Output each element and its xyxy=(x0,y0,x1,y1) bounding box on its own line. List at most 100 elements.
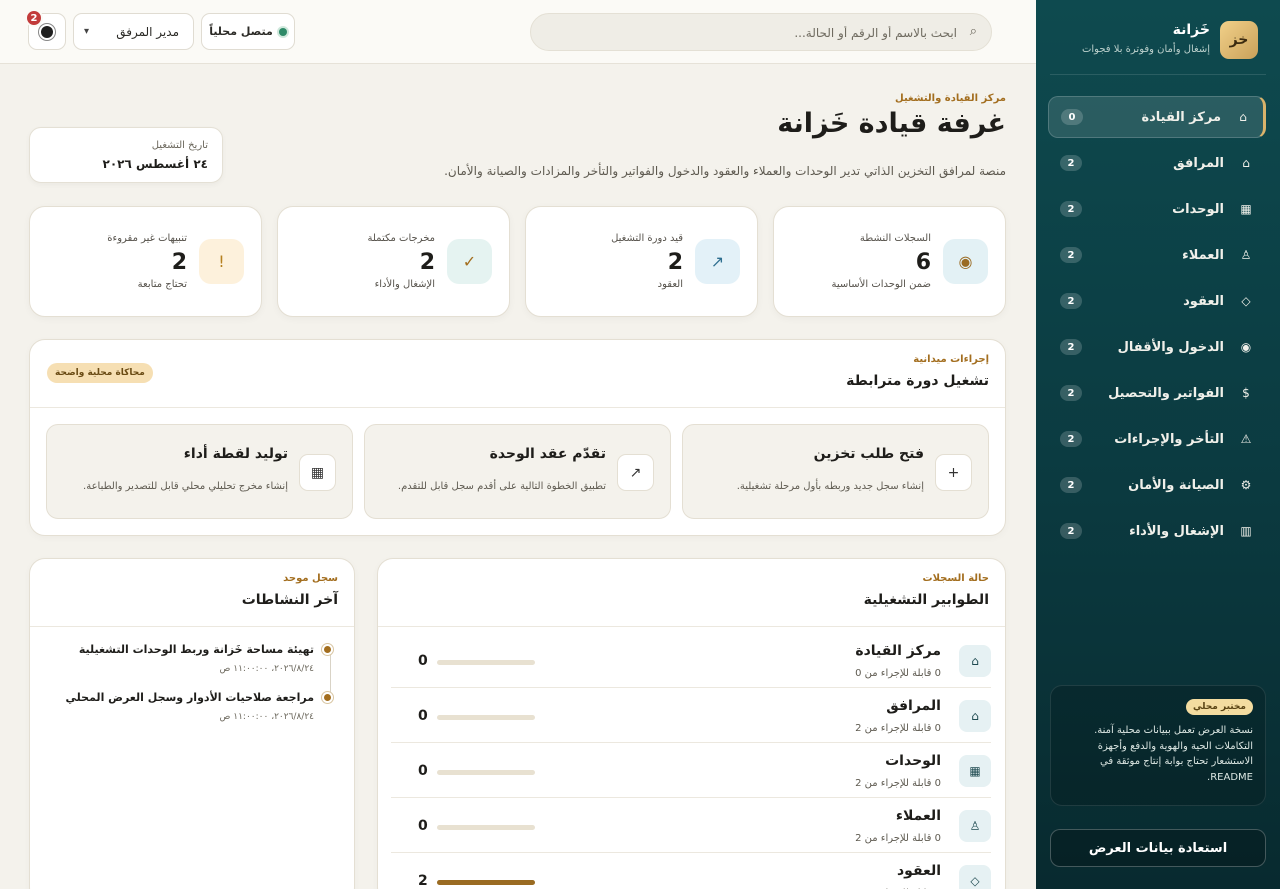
field-actions-eyebrow: إجراءات ميدانية xyxy=(913,354,989,365)
queue-count: 0 xyxy=(418,708,428,724)
activity-item: تهيئة مساحة خَزانة وربط الوحدات التشغيلي… xyxy=(24,643,331,674)
connection-status-label: متصل محلياً xyxy=(209,25,273,38)
queue-progress-bar xyxy=(437,660,535,665)
brand: خز خَزانة إشغال وأمان وفوترة بلا فجوات xyxy=(1050,20,1260,64)
queue-subtitle: 0 قابلة للإجراء من 0 xyxy=(855,668,941,679)
stat-label: قيد دورة التشغيل xyxy=(611,233,683,244)
queue-name: العقود xyxy=(897,863,941,879)
page-description: منصة لمرافق التخزين الذاتي تدير الوحدات … xyxy=(444,164,1006,178)
field-action-card[interactable]: ↗ تقدّم عقد الوحدة تطبيق الخطوة التالية عل… xyxy=(364,424,671,519)
search-box: ⌕ xyxy=(530,13,992,51)
sidebar-item-label: العملاء xyxy=(1182,247,1224,263)
chevron-down-icon: ▾ xyxy=(84,26,90,37)
sidebar-item-count: 2 xyxy=(1060,477,1082,493)
dollar-icon: $ xyxy=(1242,386,1250,400)
lab-text: نسخة العرض تعمل ببيانات محلية آمنة. التك… xyxy=(1094,725,1253,783)
brand-name: خَزانة xyxy=(1172,22,1210,38)
stat-value: 2 xyxy=(667,250,683,275)
stat-value: 2 xyxy=(419,250,435,275)
queue-name: العملاء xyxy=(895,808,941,824)
field-action-card[interactable]: ▦ توليد لقطة أداء إنشاء مخرج تحليلي محلي ق… xyxy=(46,424,353,519)
sidebar-item[interactable]: ⌂ مركز القيادة 0 xyxy=(1048,96,1266,138)
stat-label: السجلات النشطة xyxy=(859,233,931,244)
sidebar-item-count: 2 xyxy=(1060,339,1082,355)
stat-subtitle: تحتاج متابعة xyxy=(137,279,187,290)
sidebar-item[interactable]: ⚙ الصيانة والأمان 2 xyxy=(1048,464,1266,506)
notification-icon xyxy=(41,25,53,38)
queue-row: ⌂ المرافق 0 قابلة للإجراء من 2 0 xyxy=(391,688,991,743)
stat-value: 2 xyxy=(171,250,187,275)
arrow-up-right-icon: ↗ xyxy=(695,239,740,284)
sidebar-item-label: الفواتير والتحصيل xyxy=(1108,385,1224,401)
field-actions-title: تشغيل دورة مترابطة xyxy=(846,373,989,389)
field-action-description: إنشاء مخرج تحليلي محلي قابل للتصدير والط… xyxy=(83,481,288,492)
search-input[interactable] xyxy=(557,21,957,45)
queue-name: مركز القيادة xyxy=(855,643,941,659)
queue-progress-fill xyxy=(437,880,535,885)
report-icon: ▦ xyxy=(299,454,336,491)
field-actions-header: إجراءات ميدانية تشغيل دورة مترابطة محاكا… xyxy=(30,340,1005,408)
topbar: ⌕ متصل محلياً مدير المرفق ▾ 2 xyxy=(0,0,1036,64)
sidebar-item[interactable]: ⚠ التأخر والإجراءات 2 xyxy=(1048,418,1266,460)
sidebar-item[interactable]: ⌂ المرافق 2 xyxy=(1048,142,1266,184)
reset-demo-button[interactable]: استعادة بيانات العرض xyxy=(1050,829,1266,867)
sidebar-item-label: التأخر والإجراءات xyxy=(1114,431,1224,447)
stat-label: تنبيهات غير مقروءة xyxy=(107,233,187,244)
activity-text: مراجعة صلاحيات الأدوار وسجل العرض المحلي xyxy=(65,691,314,704)
queue-progress-bar xyxy=(437,715,535,720)
field-action-title: فتح طلب تخزين xyxy=(813,446,924,462)
sidebar-item-label: الدخول والأقفال xyxy=(1117,339,1224,355)
sidebar: خز خَزانة إشغال وأمان وفوترة بلا فجوات ⌂… xyxy=(1036,0,1280,889)
search-icon: ⌕ xyxy=(969,24,977,39)
diamond-icon: ◇ xyxy=(1241,294,1251,308)
field-action-card[interactable]: + فتح طلب تخزين إنشاء سجل جديد وربطه بأول … xyxy=(682,424,989,519)
sidebar-item[interactable]: ◉ الدخول والأقفال 2 xyxy=(1048,326,1266,368)
field-action-description: إنشاء سجل جديد وربطه بأول مرحلة تشغيلية. xyxy=(736,481,924,492)
role-select[interactable]: مدير المرفق ▾ xyxy=(73,13,194,50)
chart-icon: ▥ xyxy=(1240,524,1252,538)
grid-icon: ▦ xyxy=(1240,202,1252,216)
advance-icon: ↗ xyxy=(617,454,654,491)
sidebar-item-count: 2 xyxy=(1060,293,1082,309)
brand-tagline: إشغال وأمان وفوترة بلا فجوات xyxy=(1081,44,1210,55)
home-icon: ⌂ xyxy=(959,645,991,677)
activity-item: مراجعة صلاحيات الأدوار وسجل العرض المحلي… xyxy=(24,691,331,722)
queue-row: ⌂ مركز القيادة 0 قابلة للإجراء من 0 0 xyxy=(391,633,991,688)
sidebar-item[interactable]: $ الفواتير والتحصيل 2 xyxy=(1048,372,1266,414)
queue-count: 2 xyxy=(418,873,428,889)
sidebar-item[interactable]: ◇ العقود 2 xyxy=(1048,280,1266,322)
sidebar-item-label: الصيانة والأمان xyxy=(1128,477,1224,493)
field-actions-panel: إجراءات ميدانية تشغيل دورة مترابطة محاكا… xyxy=(29,339,1006,536)
sidebar-item[interactable]: ♙ العملاء 2 xyxy=(1048,234,1266,276)
diamond-icon: ◇ xyxy=(959,865,991,889)
stat-card: ✓ مخرجات مكتملة 2 الإشغال والأداء xyxy=(277,206,510,317)
person-icon: ♙ xyxy=(1240,248,1252,262)
gear-icon: ⚙ xyxy=(1240,478,1252,492)
queue-name: المرافق xyxy=(886,698,941,714)
activity-time: ٢٠٢٦/٨/٢٤، ١١:٠٠:٠٠ ص xyxy=(219,712,315,722)
sidebar-item-label: الوحدات xyxy=(1172,201,1224,217)
check-icon: ✓ xyxy=(447,239,492,284)
sidebar-item-label: الإشغال والأداء xyxy=(1129,523,1224,539)
facility-icon: ⌂ xyxy=(959,700,991,732)
notifications-button[interactable]: 2 xyxy=(25,9,66,50)
sidebar-item-count: 2 xyxy=(1060,385,1082,401)
queues-panel: حالة السجلات الطوابير التشغيلية ⌂ مركز ال… xyxy=(377,558,1006,889)
queue-count: 0 xyxy=(418,653,428,669)
activity-eyebrow: سجل موحد xyxy=(283,573,338,584)
activity-text: تهيئة مساحة خَزانة وربط الوحدات التشغيلي… xyxy=(78,643,314,656)
page-title: غرفة قيادة خَزانة xyxy=(777,108,1006,139)
stat-subtitle: العقود xyxy=(657,279,683,290)
queue-name: الوحدات xyxy=(885,753,941,769)
timeline-line xyxy=(330,650,331,698)
stat-card: ↗ قيد دورة التشغيل 2 العقود xyxy=(525,206,758,317)
notification-count-badge: 2 xyxy=(25,9,43,27)
records-icon: ◉ xyxy=(943,239,988,284)
queues-header: حالة السجلات الطوابير التشغيلية xyxy=(378,559,1005,627)
operation-date-card: تاريخ التشغيل ٢٤ أغسطس ٢٠٢٦ xyxy=(29,127,223,183)
queues-eyebrow: حالة السجلات xyxy=(922,573,989,584)
field-action-title: توليد لقطة أداء xyxy=(183,446,288,462)
person-icon: ♙ xyxy=(959,810,991,842)
sidebar-item[interactable]: ▥ الإشغال والأداء 2 xyxy=(1048,510,1266,552)
sidebar-item[interactable]: ▦ الوحدات 2 xyxy=(1048,188,1266,230)
